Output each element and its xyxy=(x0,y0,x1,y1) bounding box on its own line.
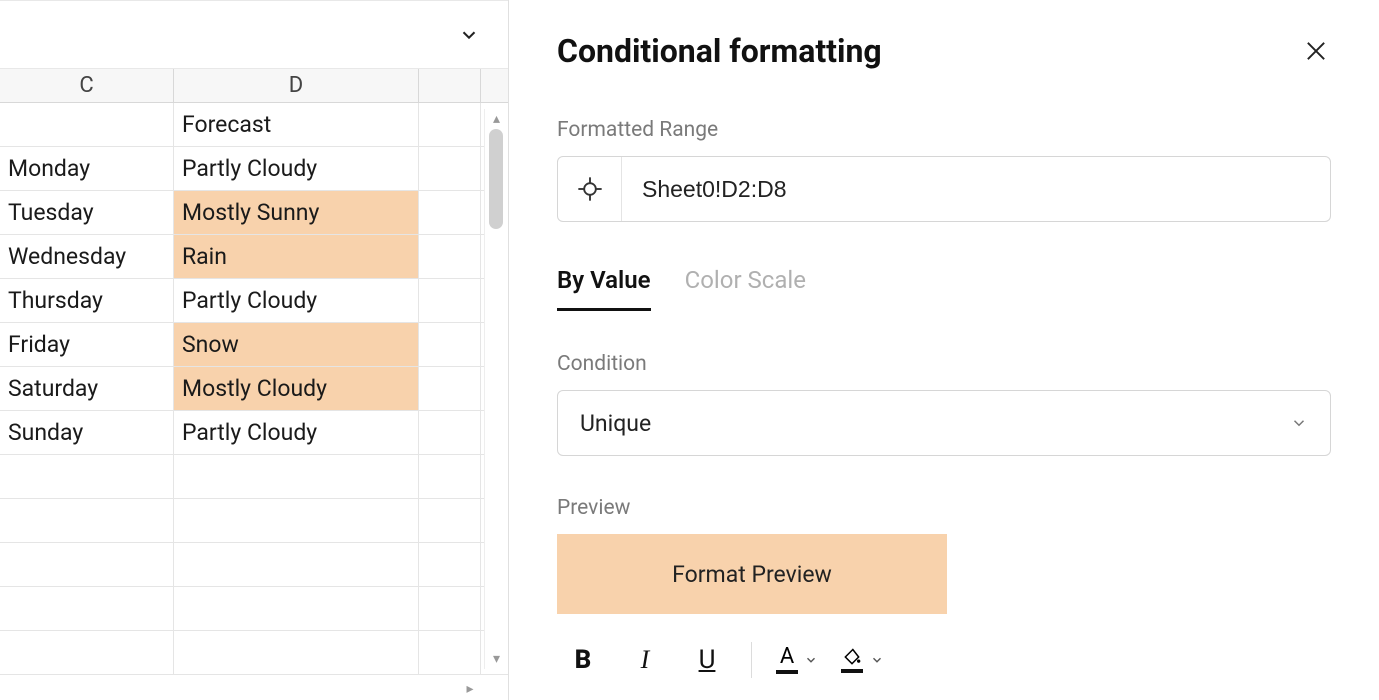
cell[interactable] xyxy=(419,323,481,366)
cell[interactable] xyxy=(0,103,174,146)
table-row xyxy=(0,543,508,587)
bold-button[interactable]: B xyxy=(557,636,609,684)
paint-bucket-icon xyxy=(840,647,864,673)
cell[interactable] xyxy=(174,499,419,542)
chevron-down-icon xyxy=(804,653,818,667)
table-row: WednesdayRain xyxy=(0,235,508,279)
cell[interactable] xyxy=(419,587,481,630)
table-row: MondayPartly Cloudy xyxy=(0,147,508,191)
cell[interactable] xyxy=(419,235,481,278)
table-row: TuesdayMostly Sunny xyxy=(0,191,508,235)
cell[interactable]: Friday xyxy=(0,323,174,366)
table-row: FridaySnow xyxy=(0,323,508,367)
cell[interactable] xyxy=(419,411,481,454)
format-toolbar: B I U A xyxy=(557,636,1331,684)
table-row: SundayPartly Cloudy xyxy=(0,411,508,455)
preview-label: Preview xyxy=(557,496,1331,520)
spreadsheet-pane: C D ForecastMondayPartly CloudyTuesdayMo… xyxy=(0,0,508,700)
cell[interactable]: Partly Cloudy xyxy=(174,147,419,190)
tab-by-value[interactable]: By Value xyxy=(557,266,651,311)
underline-button[interactable]: U xyxy=(681,636,733,684)
condition-select[interactable]: Unique xyxy=(557,390,1331,456)
cell[interactable]: Rain xyxy=(174,235,419,278)
scrollbar-thumb[interactable] xyxy=(489,129,503,229)
scroll-down-icon[interactable]: ▾ xyxy=(485,649,508,669)
cell[interactable] xyxy=(419,367,481,410)
table-row: SaturdayMostly Cloudy xyxy=(0,367,508,411)
fill-color-button[interactable] xyxy=(834,647,890,673)
table-row xyxy=(0,587,508,631)
range-input[interactable] xyxy=(622,176,1330,203)
cell[interactable] xyxy=(419,191,481,234)
scroll-up-icon[interactable]: ▴ xyxy=(485,109,508,129)
vertical-scrollbar[interactable]: ▴ ▾ xyxy=(484,109,508,669)
range-picker-icon[interactable] xyxy=(558,157,622,221)
cell[interactable] xyxy=(419,147,481,190)
scroll-right-icon[interactable]: ▸ xyxy=(458,681,482,697)
cell[interactable]: Sunday xyxy=(0,411,174,454)
cell[interactable]: Saturday xyxy=(0,367,174,410)
cell[interactable]: Snow xyxy=(174,323,419,366)
chevron-down-icon xyxy=(870,653,884,667)
table-row: Forecast xyxy=(0,103,508,147)
cell[interactable] xyxy=(419,103,481,146)
panel-title: Conditional formatting xyxy=(557,32,882,70)
cell[interactable] xyxy=(419,499,481,542)
text-color-icon: A xyxy=(776,646,798,674)
cell[interactable] xyxy=(419,631,481,674)
chevron-down-icon xyxy=(1290,414,1308,432)
condition-value: Unique xyxy=(580,410,651,437)
condition-label: Condition xyxy=(557,352,1331,376)
cell[interactable] xyxy=(0,631,174,674)
text-color-button[interactable]: A xyxy=(770,646,824,674)
grid: C D ForecastMondayPartly CloudyTuesdayMo… xyxy=(0,69,508,675)
cell[interactable]: Monday xyxy=(0,147,174,190)
toolbar-separator xyxy=(751,642,752,678)
cell[interactable]: Mostly Sunny xyxy=(174,191,419,234)
tab-color-scale[interactable]: Color Scale xyxy=(685,266,806,311)
column-header[interactable]: C xyxy=(0,69,174,102)
cell[interactable]: Tuesday xyxy=(0,191,174,234)
table-row xyxy=(0,631,508,675)
panel-tabs: By Value Color Scale xyxy=(557,266,1331,312)
table-row xyxy=(0,499,508,543)
cell[interactable] xyxy=(0,543,174,586)
table-row xyxy=(0,455,508,499)
cell[interactable]: Thursday xyxy=(0,279,174,322)
horizontal-scrollbar[interactable]: ▸ xyxy=(0,678,482,700)
scrollbar-track[interactable] xyxy=(485,129,508,649)
conditional-formatting-panel: Conditional formatting Formatted Range B… xyxy=(508,0,1379,700)
cell[interactable]: Partly Cloudy xyxy=(174,279,419,322)
cell[interactable] xyxy=(0,455,174,498)
cell[interactable] xyxy=(419,543,481,586)
close-icon[interactable] xyxy=(1301,36,1331,66)
cell[interactable] xyxy=(174,631,419,674)
formula-bar[interactable] xyxy=(0,1,508,69)
chevron-down-icon[interactable] xyxy=(458,24,480,46)
column-header[interactable]: D xyxy=(174,69,419,102)
format-preview: Format Preview xyxy=(557,534,947,614)
range-label: Formatted Range xyxy=(557,118,1331,142)
cell[interactable] xyxy=(0,499,174,542)
cell[interactable]: Partly Cloudy xyxy=(174,411,419,454)
cell[interactable] xyxy=(419,279,481,322)
table-row: ThursdayPartly Cloudy xyxy=(0,279,508,323)
italic-button[interactable]: I xyxy=(619,636,671,684)
cell[interactable]: Mostly Cloudy xyxy=(174,367,419,410)
column-header-row: C D xyxy=(0,69,508,103)
cell[interactable] xyxy=(174,587,419,630)
column-header[interactable] xyxy=(419,69,481,102)
cell[interactable]: Forecast xyxy=(174,103,419,146)
cell[interactable] xyxy=(419,455,481,498)
cell[interactable] xyxy=(0,587,174,630)
cell[interactable] xyxy=(174,455,419,498)
range-field xyxy=(557,156,1331,222)
cell[interactable] xyxy=(174,543,419,586)
cell[interactable]: Wednesday xyxy=(0,235,174,278)
